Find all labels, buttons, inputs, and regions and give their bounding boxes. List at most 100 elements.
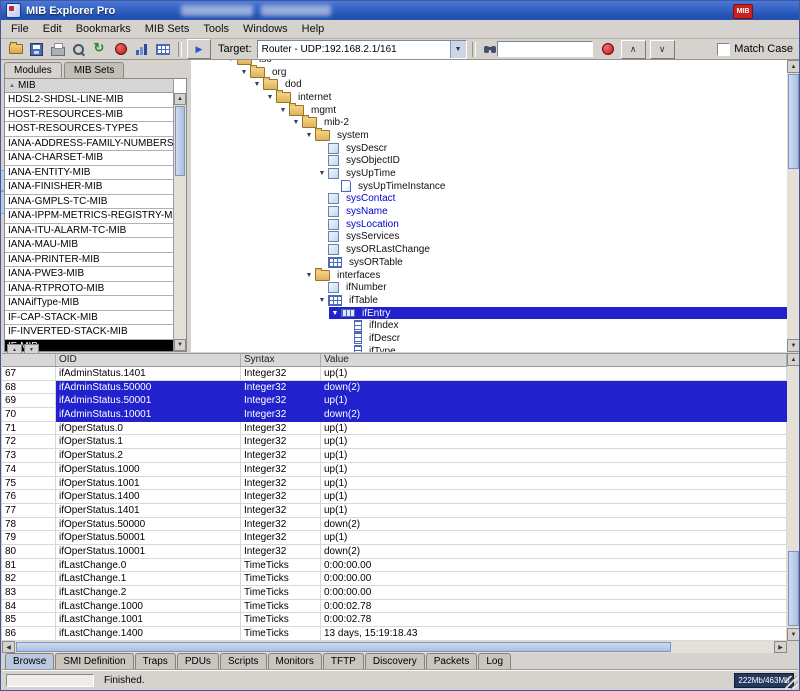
list-item[interactable]: IANA-GMPLS-TC-MIB xyxy=(5,195,173,210)
table-row[interactable]: 77ifOperStatus.1401Integer32up(1) xyxy=(2,504,787,518)
scroll-down-button[interactable]: ▼ xyxy=(787,628,800,641)
column-header-syntax[interactable]: Syntax xyxy=(241,354,321,366)
tree-node-sysortable[interactable]: sysORTable xyxy=(191,256,787,269)
table-row[interactable]: 85ifLastChange.1001TimeTicks0:00:02.78 xyxy=(2,613,787,627)
table-row[interactable]: 86ifLastChange.1400TimeTicks13 days, 15:… xyxy=(2,627,787,641)
tree-node-sysobjectid[interactable]: sysObjectID xyxy=(191,155,787,168)
record-button[interactable] xyxy=(599,40,617,58)
expand-arrow-icon[interactable] xyxy=(316,297,328,304)
find-next-button[interactable]: ∨ xyxy=(650,40,675,59)
tab-packets[interactable]: Packets xyxy=(426,653,478,669)
title-bar[interactable]: MIB Explorer Pro MIB xyxy=(1,1,799,20)
tree-node-mgmt[interactable]: mgmt xyxy=(191,104,787,117)
list-item[interactable]: HOST-RESOURCES-TYPES xyxy=(5,122,173,137)
scrollbar-thumb[interactable] xyxy=(16,642,671,652)
tree-node-iftable[interactable]: ifTable xyxy=(191,294,787,307)
tree-node-syslocation[interactable]: sysLocation xyxy=(191,218,787,231)
print-button[interactable] xyxy=(47,40,68,58)
list-item[interactable]: IANA-PRINTER-MIB xyxy=(5,253,173,268)
resize-grip[interactable] xyxy=(785,676,798,689)
tree-node-syscontact[interactable]: sysContact xyxy=(191,193,787,206)
table-row[interactable]: 74ifOperStatus.1000Integer32up(1) xyxy=(2,463,787,477)
mib-list-header[interactable]: ▲ MIB xyxy=(5,79,174,93)
open-mib-button[interactable] xyxy=(5,40,26,58)
scroll-up-button[interactable]: ▲ xyxy=(787,353,800,366)
list-item[interactable]: IANA-CHARSET-MIB xyxy=(5,151,173,166)
list-item[interactable]: IANA-ENTITY-MIB xyxy=(5,166,173,181)
menu-help[interactable]: Help xyxy=(295,21,332,37)
expand-arrow-icon[interactable] xyxy=(277,107,289,114)
refresh-button[interactable] xyxy=(89,40,110,58)
stop-button[interactable] xyxy=(110,40,131,58)
list-item[interactable]: IANA-FINISHER-MIB xyxy=(5,180,173,195)
tree-node-sysservices[interactable]: sysServices xyxy=(191,231,787,244)
scroll-down-button[interactable]: ▼ xyxy=(787,339,800,352)
column-header-value[interactable]: Value xyxy=(321,354,787,366)
tab-scripts[interactable]: Scripts xyxy=(220,653,267,669)
table-row[interactable]: 69ifAdminStatus.50001Integer32up(1) xyxy=(2,394,787,408)
table-row[interactable]: 81ifLastChange.0TimeTicks0:00:00.00 xyxy=(2,559,787,573)
expand-arrow-icon[interactable] xyxy=(316,170,328,177)
go-button[interactable] xyxy=(187,39,211,59)
list-item[interactable]: IF-INVERTED-STACK-MIB xyxy=(5,325,173,340)
find-previous-button[interactable]: ∧ xyxy=(621,40,646,59)
scroll-right-button[interactable]: ▶ xyxy=(774,641,787,653)
tree-node-interfaces[interactable]: interfaces xyxy=(191,269,787,282)
table-row[interactable]: 80ifOperStatus.10001Integer32down(2) xyxy=(2,545,787,559)
column-header-row-number[interactable] xyxy=(2,354,56,366)
tab-tftp[interactable]: TFTP xyxy=(323,653,364,669)
expand-arrow-icon[interactable] xyxy=(303,132,315,139)
list-item[interactable]: IANA-ADDRESS-FAMILY-NUMBERS-MIB xyxy=(5,137,173,152)
tree-node-sysname[interactable]: sysName xyxy=(191,205,787,218)
chevron-down-icon[interactable] xyxy=(450,41,466,58)
table-row[interactable]: 83ifLastChange.2TimeTicks0:00:00.00 xyxy=(2,586,787,600)
list-item[interactable]: IANA-MAU-MIB xyxy=(5,238,173,253)
expand-arrow-icon[interactable] xyxy=(264,94,276,101)
tab-monitors[interactable]: Monitors xyxy=(268,653,322,669)
list-item[interactable]: HDSL2-SHDSL-LINE-MIB xyxy=(5,93,173,108)
results-table-scrollbar[interactable]: ▲ ▼ xyxy=(787,353,800,641)
list-item[interactable]: IANA-PWE3-MIB xyxy=(5,267,173,282)
table-button[interactable] xyxy=(152,40,173,58)
menu-windows[interactable]: Windows xyxy=(236,21,295,37)
expand-arrow-icon[interactable] xyxy=(225,60,237,63)
expand-arrow-icon[interactable] xyxy=(303,272,315,279)
tab-traps[interactable]: Traps xyxy=(135,653,176,669)
table-row[interactable]: 75ifOperStatus.1001Integer32up(1) xyxy=(2,477,787,491)
tree-scrollbar[interactable]: ▲ ▼ xyxy=(787,60,800,352)
table-row[interactable]: 79ifOperStatus.50001Integer32up(1) xyxy=(2,531,787,545)
list-item[interactable]: IANA-ITU-ALARM-TC-MIB xyxy=(5,224,173,239)
tree-node-internet[interactable]: internet xyxy=(191,91,787,104)
table-row[interactable]: 84ifLastChange.1000TimeTicks0:00:02.78 xyxy=(2,600,787,614)
tree-node-sysuptimeinstance[interactable]: sysUpTimeInstance xyxy=(191,180,787,193)
table-row[interactable]: 76ifOperStatus.1400Integer32up(1) xyxy=(2,490,787,504)
menu-tools[interactable]: Tools xyxy=(196,21,236,37)
tree-node-sysdescr[interactable]: sysDescr xyxy=(191,142,787,155)
tree-node-sysorlastchange[interactable]: sysORLastChange xyxy=(191,243,787,256)
scroll-down-button[interactable]: ▼ xyxy=(174,339,186,351)
list-item[interactable]: IANAifType-MIB xyxy=(5,296,173,311)
mib-list-scrollbar[interactable]: ▲ ▼ xyxy=(174,93,186,351)
tree-node-ifindex[interactable]: ifIndex xyxy=(191,319,787,332)
scrollbar-thumb[interactable] xyxy=(175,106,185,176)
tab-mib-sets[interactable]: MIB Sets xyxy=(64,62,125,78)
menu-edit[interactable]: Edit xyxy=(36,21,69,37)
save-button[interactable] xyxy=(26,40,47,58)
table-row[interactable]: 67ifAdminStatus.1401Integer32up(1) xyxy=(2,367,787,381)
menu-file[interactable]: File xyxy=(4,21,36,37)
scroll-up-button[interactable]: ▲ xyxy=(174,93,186,105)
table-row[interactable]: 73ifOperStatus.2Integer32up(1) xyxy=(2,449,787,463)
column-header-oid[interactable]: OID xyxy=(56,354,241,366)
chart-button[interactable] xyxy=(131,40,152,58)
tab-log[interactable]: Log xyxy=(478,653,511,669)
tree-node-sysuptime[interactable]: sysUpTime xyxy=(191,167,787,180)
tab-pdus[interactable]: PDUs xyxy=(177,653,219,669)
search-input[interactable] xyxy=(497,41,593,57)
expand-arrow-icon[interactable] xyxy=(290,119,302,126)
table-row[interactable]: 82ifLastChange.1TimeTicks0:00:00.00 xyxy=(2,572,787,586)
table-row[interactable]: 71ifOperStatus.0Integer32up(1) xyxy=(2,422,787,436)
tree-node-ifdescr[interactable]: ifDescr xyxy=(191,332,787,345)
list-item[interactable]: IANA-IPPM-METRICS-REGISTRY-MIB xyxy=(5,209,173,224)
tab-discovery[interactable]: Discovery xyxy=(365,653,425,669)
list-item[interactable]: HOST-RESOURCES-MIB xyxy=(5,108,173,123)
